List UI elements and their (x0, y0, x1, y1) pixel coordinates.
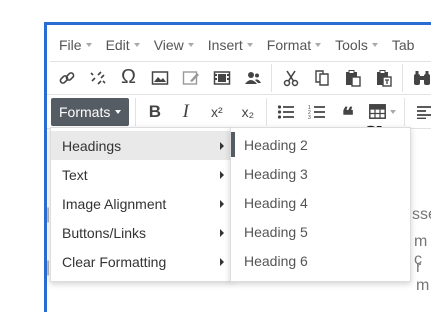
chevron-down-icon (85, 42, 92, 47)
media-icon[interactable] (206, 63, 237, 93)
formats-menu-item-image-alignment[interactable]: Image Alignment (51, 189, 231, 218)
copy-icon[interactable] (306, 63, 337, 93)
toolbar-divider (404, 97, 406, 126)
menu-item-label: Text (62, 166, 88, 183)
formats-menu-item-clear-formatting[interactable]: Clear Formatting (51, 247, 231, 276)
menu-edit-label: Edit (105, 36, 130, 53)
menu-item-label: Image Alignment (62, 195, 167, 212)
submenu-item-heading-5[interactable]: Heading 5 (231, 217, 410, 246)
svg-text:3: 3 (308, 115, 311, 120)
subscript-icon[interactable]: x₂ (232, 97, 263, 127)
menu-table[interactable]: Tab (387, 37, 420, 53)
menu-table-label: Tab (391, 36, 415, 53)
menu-insert-label: Insert (207, 36, 243, 53)
formats-menu-item-text[interactable]: Text (51, 160, 231, 189)
edit-image-icon[interactable] (175, 63, 206, 93)
cut-icon[interactable] (275, 63, 306, 93)
chevron-down-icon (371, 42, 378, 47)
bold-icon[interactable]: B (139, 97, 170, 127)
binoculars-icon[interactable] (406, 63, 431, 93)
unlink-icon[interactable] (82, 63, 113, 93)
blockquote-icon[interactable]: ❝ (332, 97, 363, 128)
chevron-down-icon (315, 42, 322, 47)
toolbar-divider (135, 97, 137, 126)
users-icon[interactable] (237, 63, 268, 93)
menu-view[interactable]: View (149, 37, 199, 53)
toolbar-divider (266, 97, 268, 126)
submenu-item-heading-6[interactable]: Heading 6 (231, 246, 410, 275)
submenu-item-heading-3[interactable]: Heading 3 (231, 159, 410, 188)
menu-file[interactable]: File (54, 37, 97, 53)
toolbar-row-1: Ω (47, 61, 431, 95)
menu-edit[interactable]: Edit (101, 37, 145, 53)
menubar: File Edit View Insert Format Tools Tab (50, 28, 431, 62)
align-left-icon[interactable] (408, 97, 431, 127)
numbered-list-icon[interactable]: 123 (301, 97, 332, 127)
paste-text-icon[interactable] (368, 63, 399, 93)
omega-icon[interactable]: Ω (113, 63, 144, 93)
menu-item-label: Headings (62, 137, 122, 154)
toolbar-divider (271, 63, 272, 92)
menu-view-label: View (153, 36, 184, 53)
menu-file-label: File (59, 36, 82, 53)
chevron-right-icon (220, 228, 224, 237)
submenu-item-heading-4[interactable]: Heading 4 (231, 188, 410, 217)
formats-menu-item-headings[interactable]: Headings (51, 131, 231, 160)
superscript-icon[interactable]: x² (201, 97, 232, 127)
chevron-down-icon (133, 42, 140, 47)
chevron-right-icon (220, 170, 224, 179)
paste-icon[interactable] (337, 63, 368, 93)
content-text-line: r m (416, 259, 430, 294)
chevron-down-icon (115, 109, 122, 114)
content-text-line: sse (412, 206, 431, 223)
submenu-item-heading-2[interactable]: Heading 2 (231, 130, 410, 159)
formats-menu-item-buttons-links[interactable]: Buttons/Links (51, 218, 231, 247)
formats-button-label: Formats (59, 103, 111, 120)
image-icon[interactable] (144, 63, 175, 93)
chevron-right-icon (220, 257, 224, 266)
chevron-down-icon (187, 42, 194, 47)
menu-item-label: Buttons/Links (62, 224, 147, 241)
chevron-down-icon (246, 42, 253, 47)
chevron-right-icon (220, 141, 224, 150)
bullet-list-icon[interactable] (270, 97, 301, 127)
link-icon[interactable] (51, 63, 82, 93)
menu-tools[interactable]: Tools (330, 37, 383, 53)
formats-button[interactable]: Formats (51, 97, 130, 126)
toolbar-divider (402, 63, 403, 92)
italic-icon[interactable]: I (170, 97, 201, 127)
menu-format-label: Format (266, 36, 312, 53)
chevron-right-icon (220, 199, 224, 208)
headings-submenu: Heading 2 Heading 3 Heading 4 Heading 5 … (230, 127, 411, 282)
menu-insert[interactable]: Insert (203, 37, 258, 53)
menu-item-label: Clear Formatting (62, 253, 167, 270)
menu-format[interactable]: Format (262, 37, 326, 53)
menu-tools-label: Tools (335, 36, 368, 53)
chevron-down-icon (389, 109, 396, 114)
formats-menu: Headings Text Image Alignment Buttons/Li… (50, 127, 232, 282)
